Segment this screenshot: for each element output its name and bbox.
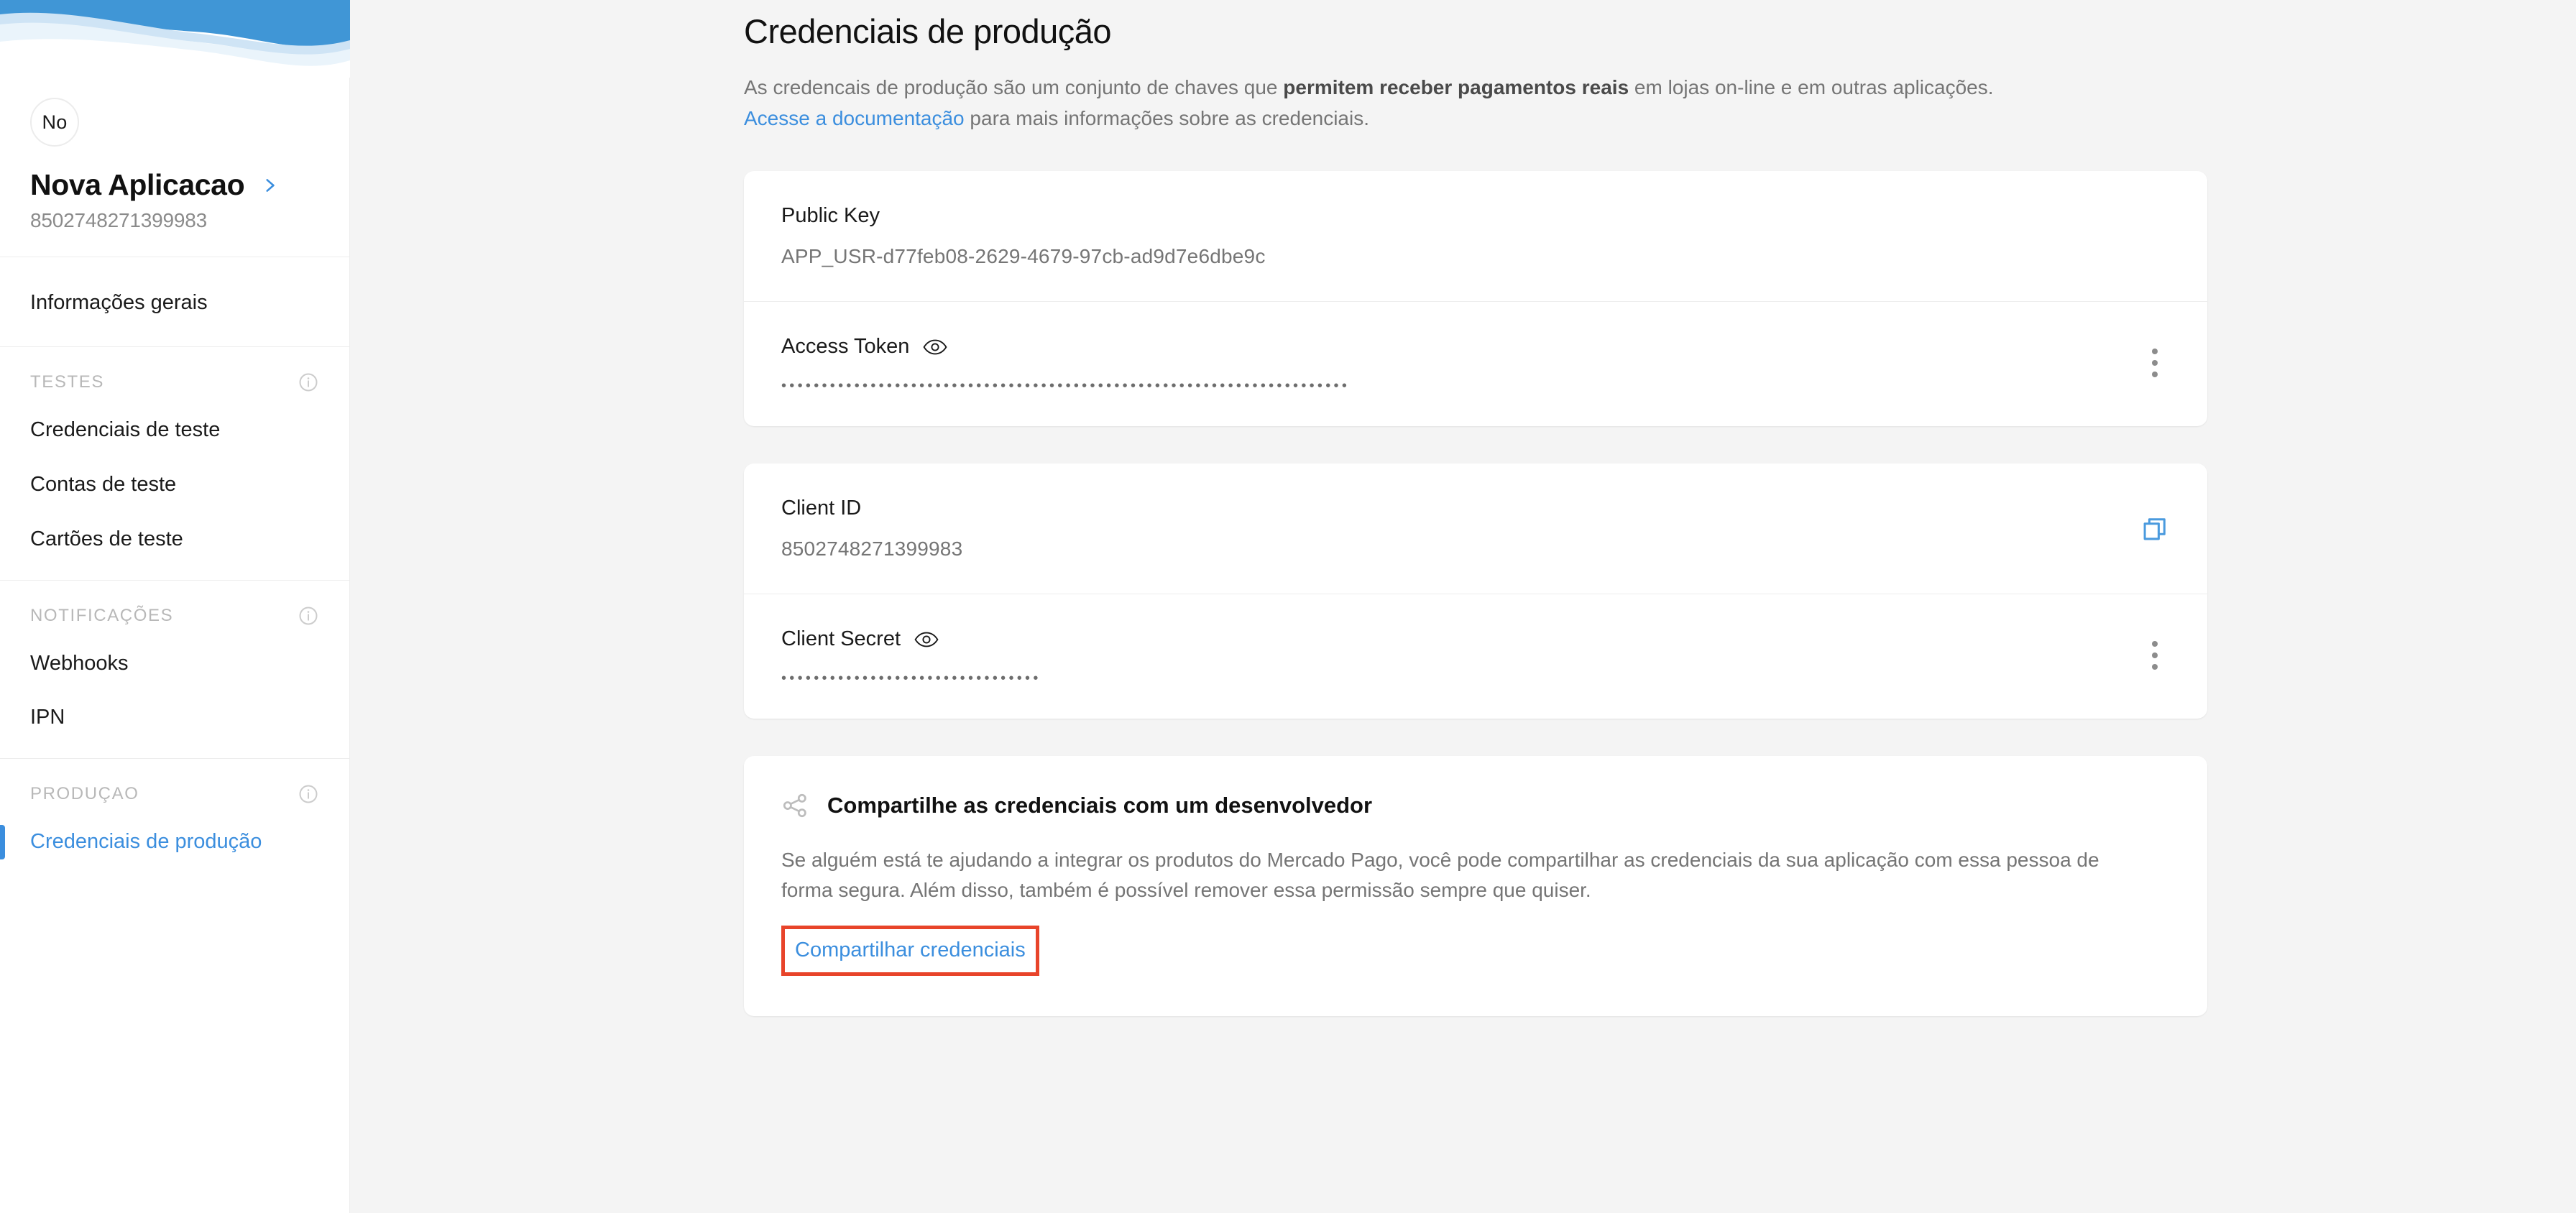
sidebar-app-header: No Nova Aplicacao 8502748271399983	[0, 78, 349, 232]
public-key-label-wrap: Public Key	[781, 204, 2170, 228]
sidebar-nav-general: Informações gerais	[0, 257, 349, 331]
public-key-label: Public Key	[781, 204, 880, 228]
page-title: Credenciais de produção	[744, 12, 1112, 50]
sidebar-group-header-producao: PRODUÇAO	[0, 759, 349, 815]
share-icon	[783, 794, 806, 818]
share-credentials-highlight: Compartilhar credenciais	[781, 926, 1039, 977]
sidebar-item-contas-de-teste[interactable]: Contas de teste	[0, 458, 349, 512]
sidebar-group-header-notificacoes: NOTIFICAÇÕES	[0, 581, 349, 637]
wave-graphic	[0, 0, 350, 78]
credentials-card-client: Client ID 8502748271399983 Client Secret	[744, 463, 2207, 719]
copy-icon	[2143, 517, 2166, 540]
client-secret-masked-value: ••••••••••••••••••••••••••••••••	[781, 670, 1041, 687]
client-secret-label: Client Secret	[781, 627, 901, 651]
eye-icon[interactable]	[914, 631, 939, 648]
info-icon[interactable]	[298, 783, 319, 805]
main-content: Credenciais de produção As credencais de…	[350, 0, 2576, 1213]
sidebar-group-producao: PRODUÇAO Credenciais de produção	[0, 759, 349, 882]
row-access-token: Access Token •••••••••••••••••••••••••••…	[744, 301, 2207, 426]
sidebar-item-credenciais-de-teste[interactable]: Credenciais de teste	[0, 403, 349, 458]
access-token-label: Access Token	[781, 335, 910, 359]
avatar-initials: No	[42, 111, 68, 133]
client-id-label: Client ID	[781, 497, 862, 520]
sidebar-group-title-producao: PRODUÇAO	[30, 784, 139, 804]
sidebar-group-title-testes: TESTES	[30, 372, 104, 392]
page-description-part3: para mais informações sobre as credencia…	[964, 106, 1370, 129]
page-description-bold: permitem receber pagamentos reais	[1283, 76, 1629, 98]
sidebar: No Nova Aplicacao 8502748271399983 Infor…	[0, 0, 350, 1213]
credentials-card-public: Public Key APP_USR-d77feb08-2629-4679-97…	[744, 171, 2207, 427]
chevron-right-icon	[266, 178, 275, 192]
client-id-value: 8502748271399983	[781, 538, 963, 561]
kebab-menu-icon	[2152, 641, 2158, 670]
app-id: 8502748271399983	[30, 209, 207, 231]
share-card-header: Compartilhe as credenciais com um desenv…	[781, 792, 2170, 819]
access-token-masked-value: ••••••••••••••••••••••••••••••••••••••••…	[781, 378, 1351, 395]
page-description-part1: As credencais de produção são um conjunt…	[744, 76, 1284, 98]
sidebar-item-cartoes-de-teste[interactable]: Cartões de teste	[0, 512, 349, 567]
row-client-id: Client ID 8502748271399983	[744, 463, 2207, 594]
sidebar-item-webhooks[interactable]: Webhooks	[0, 637, 349, 691]
sidebar-group-title-notificacoes: NOTIFICAÇÕES	[30, 605, 174, 625]
app-name: Nova Aplicacao	[30, 168, 245, 201]
kebab-menu-icon	[2152, 349, 2158, 378]
client-secret-label-wrap: Client Secret	[781, 627, 2170, 651]
row-public-key: Public Key APP_USR-d77feb08-2629-4679-97…	[744, 171, 2207, 301]
client-secret-menu-button[interactable]	[2134, 635, 2176, 676]
sidebar-wave-banner	[0, 0, 350, 78]
app-switcher[interactable]: Nova Aplicacao	[30, 168, 319, 202]
sidebar-item-credenciais-de-producao[interactable]: Credenciais de produção	[0, 815, 349, 870]
info-icon[interactable]	[298, 605, 319, 627]
page-description-part2: em lojas on-line e em outras aplicações.	[1629, 76, 1994, 98]
share-card-text: Se alguém está te ajudando a integrar os…	[781, 849, 2099, 902]
share-card-title: Compartilhe as credenciais com um desenv…	[827, 793, 1373, 818]
share-credentials-link[interactable]: Compartilhar credenciais	[795, 938, 1026, 961]
sidebar-group-testes: TESTES Credenciais de teste Contas de te…	[0, 347, 349, 580]
eye-icon[interactable]	[923, 338, 947, 356]
info-icon[interactable]	[298, 372, 319, 393]
row-client-secret: Client Secret ••••••••••••••••••••••••••…	[744, 594, 2207, 719]
access-token-menu-button[interactable]	[2134, 342, 2176, 384]
avatar: No	[30, 98, 79, 147]
client-id-copy-button[interactable]	[2134, 508, 2176, 550]
public-key-value: APP_USR-d77feb08-2629-4679-97cb-ad9d7e6d…	[781, 245, 1266, 268]
access-token-label-wrap: Access Token	[781, 335, 2170, 359]
documentation-link[interactable]: Acesse a documentação	[744, 107, 965, 129]
page-description: As credencais de produção são um conjunt…	[744, 73, 2153, 134]
sidebar-group-header-testes: TESTES	[0, 347, 349, 403]
share-credentials-card: Compartilhe as credenciais com um desenv…	[744, 756, 2207, 1017]
sidebar-item-ipn[interactable]: IPN	[0, 691, 349, 745]
sidebar-item-informacoes-gerais[interactable]: Informações gerais	[0, 276, 349, 331]
client-id-label-wrap: Client ID	[781, 497, 2170, 520]
sidebar-group-notificacoes: NOTIFICAÇÕES Webhooks IPN	[0, 581, 349, 759]
app-root: No Nova Aplicacao 8502748271399983 Infor…	[0, 0, 2576, 1213]
